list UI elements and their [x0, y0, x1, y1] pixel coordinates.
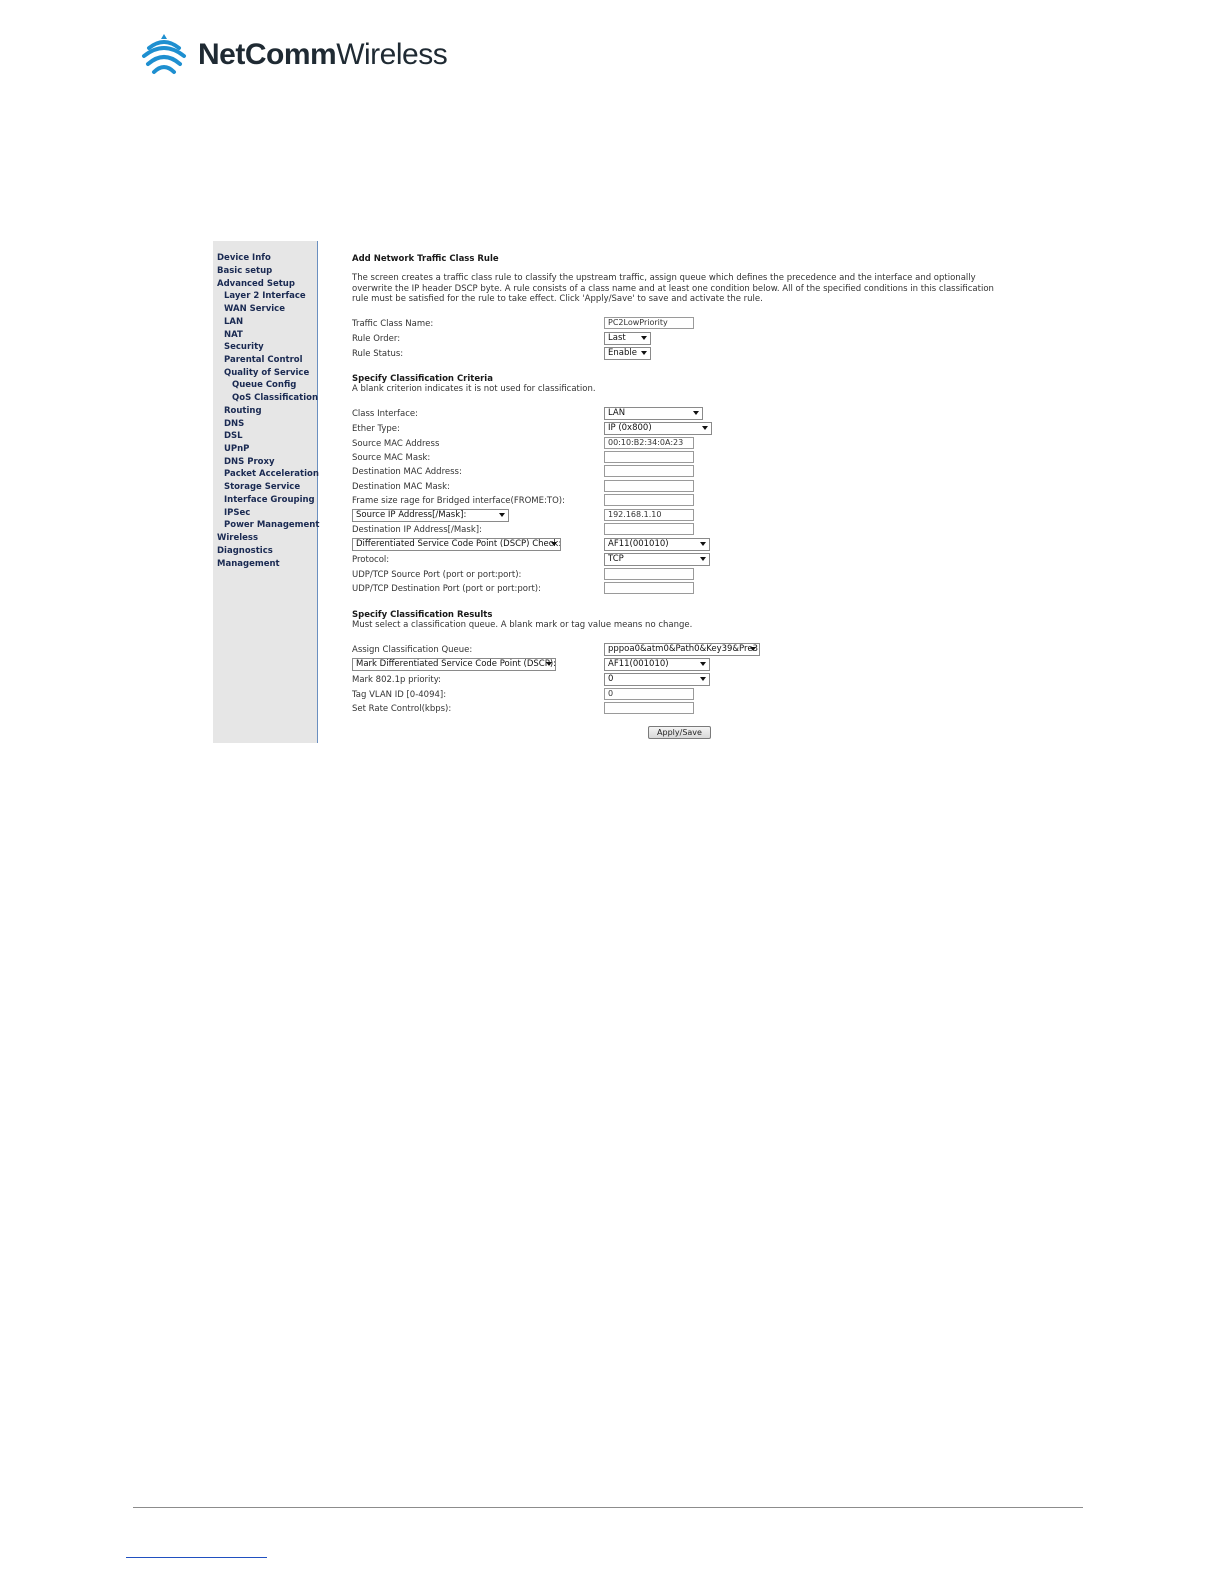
assign-queue-label: Assign Classification Queue:	[352, 645, 473, 655]
protocol-select[interactable]: TCP	[604, 553, 710, 566]
src-mac-mask-input[interactable]	[604, 451, 694, 463]
ether-type-select[interactable]: IP (0x800)	[604, 422, 712, 435]
src-port-label: UDP/TCP Source Port (port or port:port):	[352, 570, 522, 580]
traffic-class-name-input[interactable]: PC2LowPriority	[604, 317, 694, 329]
dst-ip-label: Destination IP Address[/Mask]:	[352, 525, 482, 535]
rule-status-select[interactable]: Enable	[604, 347, 651, 360]
traffic-class-name-label: Traffic Class Name:	[352, 319, 434, 329]
sidebar: Device Info Basic setup Advanced Setup L…	[213, 241, 319, 743]
dscp-check-select[interactable]: AF11(001010)	[604, 538, 710, 551]
sidebar-item-quality-of-service[interactable]: Quality of Service	[224, 368, 309, 378]
frame-size-label: Frame size rage for Bridged interface(FR…	[352, 496, 565, 506]
sidebar-item-ipsec[interactable]: IPSec	[224, 508, 250, 518]
src-mac-input[interactable]: 00:10:B2:34:0A:23	[604, 437, 694, 449]
sidebar-item-diagnostics[interactable]: Diagnostics	[217, 546, 273, 556]
chevron-down-icon	[700, 677, 706, 681]
results-title: Specify Classification Results	[352, 610, 493, 620]
sidebar-item-basic-setup[interactable]: Basic setup	[217, 266, 272, 276]
results-note: Must select a classification queue. A bl…	[352, 620, 693, 630]
mark-8021p-select[interactable]: 0	[604, 673, 710, 686]
rate-control-input[interactable]	[604, 702, 694, 714]
frame-size-input[interactable]	[604, 494, 694, 506]
src-port-input[interactable]	[604, 568, 694, 580]
protocol-label: Protocol:	[352, 555, 390, 565]
brand-name: NetCommWireless	[198, 38, 448, 71]
chevron-down-icon	[700, 557, 706, 561]
sidebar-item-management[interactable]: Management	[217, 559, 280, 569]
sidebar-item-upnp[interactable]: UPnP	[224, 444, 249, 454]
sidebar-item-routing[interactable]: Routing	[224, 406, 262, 416]
chevron-down-icon	[641, 351, 647, 355]
page-description: The screen creates a traffic class rule …	[352, 273, 994, 304]
sidebar-item-dns-proxy[interactable]: DNS Proxy	[224, 457, 275, 467]
sidebar-item-nat[interactable]: NAT	[224, 330, 243, 340]
rule-order-select[interactable]: Last	[604, 332, 651, 345]
wifi-logo-icon	[142, 34, 186, 74]
mark-dscp-type-select[interactable]: Mark Differentiated Service Code Point (…	[352, 658, 556, 671]
assign-queue-select[interactable]: pppoa0&atm0&Path0&Key39&Pre3	[604, 643, 760, 656]
tag-vlan-label: Tag VLAN ID [0-4094]:	[352, 690, 447, 700]
src-mac-label: Source MAC Address	[352, 439, 440, 449]
sidebar-item-wan-service[interactable]: WAN Service	[224, 304, 285, 314]
chevron-down-icon	[551, 542, 557, 546]
class-interface-label: Class Interface:	[352, 409, 418, 419]
sidebar-item-lan[interactable]: LAN	[224, 317, 243, 327]
rate-control-label: Set Rate Control(kbps):	[352, 704, 452, 714]
rule-order-label: Rule Order:	[352, 334, 401, 344]
apply-save-button[interactable]: Apply/Save	[648, 726, 711, 739]
rule-status-label: Rule Status:	[352, 349, 404, 359]
sidebar-item-device-info[interactable]: Device Info	[217, 253, 271, 263]
class-interface-select[interactable]: LAN	[604, 407, 703, 420]
sidebar-item-advanced-setup[interactable]: Advanced Setup	[217, 279, 295, 289]
tag-vlan-input[interactable]: 0	[604, 688, 694, 700]
dst-mac-input[interactable]	[604, 465, 694, 477]
criteria-title: Specify Classification Criteria	[352, 374, 493, 384]
criteria-note: A blank criterion indicates it is not us…	[352, 384, 596, 394]
sidebar-item-wireless[interactable]: Wireless	[217, 533, 258, 543]
sidebar-item-packet-acceleration[interactable]: Packet Acceleration	[224, 469, 319, 479]
sidebar-item-queue-config[interactable]: Queue Config	[232, 380, 296, 390]
dst-port-label: UDP/TCP Destination Port (port or port:p…	[352, 584, 541, 594]
sidebar-item-interface-grouping[interactable]: Interface Grouping	[224, 495, 315, 505]
dst-port-input[interactable]	[604, 582, 694, 594]
chevron-down-icon	[700, 662, 706, 666]
footer-divider	[133, 1507, 1083, 1508]
chevron-down-icon	[700, 542, 706, 546]
src-ip-type-select[interactable]: Source IP Address[/Mask]:	[352, 509, 509, 522]
dst-ip-input[interactable]	[604, 523, 694, 535]
sidebar-item-security[interactable]: Security	[224, 342, 264, 352]
dscp-check-type-select[interactable]: Differentiated Service Code Point (DSCP)…	[352, 538, 561, 551]
chevron-down-icon	[499, 513, 505, 517]
sidebar-item-storage-service[interactable]: Storage Service	[224, 482, 300, 492]
dst-mac-mask-label: Destination MAC Mask:	[352, 482, 450, 492]
chevron-down-icon	[750, 647, 756, 651]
dst-mac-mask-input[interactable]	[604, 480, 694, 492]
netcomm-logo: NetCommWireless	[140, 30, 448, 80]
sidebar-item-dns[interactable]: DNS	[224, 419, 244, 429]
chevron-down-icon	[702, 426, 708, 430]
src-ip-input[interactable]: 192.168.1.10	[604, 509, 694, 521]
sidebar-item-parental-control[interactable]: Parental Control	[224, 355, 303, 365]
page-title: Add Network Traffic Class Rule	[352, 254, 499, 264]
dst-mac-label: Destination MAC Address:	[352, 467, 462, 477]
sidebar-item-power-management[interactable]: Power Management	[224, 520, 319, 530]
src-mac-mask-label: Source MAC Mask:	[352, 453, 431, 463]
mark-8021p-label: Mark 802.1p priority:	[352, 675, 442, 685]
mark-dscp-select[interactable]: AF11(001010)	[604, 658, 710, 671]
ether-type-label: Ether Type:	[352, 424, 400, 434]
sidebar-item-qos-classification[interactable]: QoS Classification	[232, 393, 318, 403]
chevron-down-icon	[546, 662, 552, 666]
chevron-down-icon	[641, 336, 647, 340]
chevron-down-icon	[693, 411, 699, 415]
footer-link-underline[interactable]	[126, 1557, 267, 1558]
sidebar-item-layer2-interface[interactable]: Layer 2 Interface	[224, 291, 306, 301]
sidebar-item-dsl[interactable]: DSL	[224, 431, 243, 441]
